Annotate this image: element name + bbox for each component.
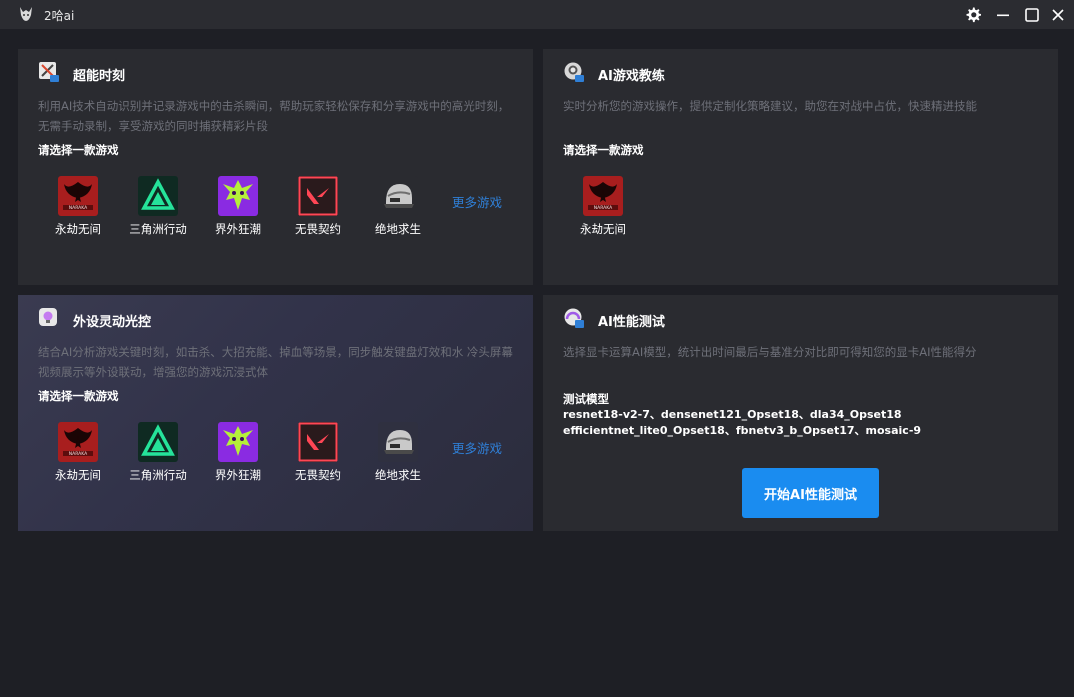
game-name: 永劫无间 — [55, 468, 101, 482]
game-naraka[interactable]: NARAKA 永劫无间 — [38, 176, 118, 237]
ai-game-coach-card: AI游戏教练 实时分析您的游戏操作，提供定制化策略建议，助您在对战中占优，快速精… — [543, 49, 1058, 285]
game-valorant[interactable]: 无畏契约 — [278, 176, 358, 237]
game-name: 三角洲行动 — [129, 468, 187, 482]
game-naraka[interactable]: NARAKA 永劫无间 — [38, 422, 118, 483]
naraka-icon: NARAKA — [58, 176, 98, 216]
game-list: NARAKA 永劫无间 — [563, 176, 643, 237]
title-bar: 2哈ai — [0, 0, 1074, 29]
game-delta-force[interactable]: 三角洲行动 — [118, 176, 198, 237]
valorant-icon — [298, 422, 338, 462]
svg-text:NARAKA: NARAKA — [594, 205, 613, 211]
maximize-icon — [1025, 8, 1039, 22]
game-pubg[interactable]: 绝地求生 — [358, 176, 438, 237]
game-pubg[interactable]: 绝地求生 — [358, 422, 438, 483]
game-naraka[interactable]: NARAKA 永劫无间 — [563, 176, 643, 237]
card-description: 结合AI分析游戏关键时刻，如击杀、大招充能、掉血等场景，同步触发键盘灯效和水 冷… — [38, 345, 513, 379]
naraka-icon: NARAKA — [583, 176, 623, 216]
card-title: 外设灵动光控 — [73, 315, 152, 330]
settings-button[interactable] — [962, 4, 984, 26]
game-list: NARAKA 永劫无间 三角洲行动 界外狂潮 无畏契约 绝地求生 — [38, 176, 438, 237]
test-model-list: resnet18-v2-7、densenet121_Opset18、dla34_… — [563, 408, 922, 437]
outside-frenzy-icon — [218, 176, 258, 216]
minimize-button[interactable] — [992, 4, 1014, 26]
coach-icon — [564, 62, 584, 82]
card-description: 利用AI技术自动识别并记录游戏中的击杀瞬间，帮助玩家轻松保存和分享游戏中的高光时… — [38, 99, 510, 133]
card-title: AI游戏教练 — [598, 69, 665, 84]
close-icon — [1052, 9, 1064, 21]
lightbulb-icon — [39, 308, 57, 326]
sword-clip-icon — [39, 62, 59, 82]
game-name: 界外狂潮 — [215, 222, 261, 236]
card-title: AI性能测试 — [598, 315, 665, 330]
card-description: 选择显卡运算AI模型，统计出时间最后与基准分对比即可得知您的显卡AI性能得分 — [563, 345, 977, 359]
test-model-label: 测试模型 — [563, 392, 609, 406]
game-delta-force[interactable]: 三角洲行动 — [118, 422, 198, 483]
performance-gauge-icon — [564, 308, 584, 328]
game-outside-frenzy[interactable]: 界外狂潮 — [198, 176, 278, 237]
more-games-link[interactable]: 更多游戏 — [452, 192, 502, 211]
close-button[interactable] — [1047, 4, 1069, 26]
game-name: 永劫无间 — [55, 222, 101, 236]
highlight-moments-card: 超能时刻 利用AI技术自动识别并记录游戏中的击杀瞬间，帮助玩家轻松保存和分享游戏… — [18, 49, 533, 285]
game-name: 绝地求生 — [375, 468, 421, 482]
start-ai-performance-test-button[interactable]: 开始AI性能测试 — [742, 468, 879, 518]
game-list: NARAKA 永劫无间 三角洲行动 界外狂潮 无畏契约 绝地求生 — [38, 422, 438, 483]
gear-icon — [966, 7, 981, 23]
select-game-prompt: 请选择一款游戏 — [563, 143, 644, 157]
delta-force-icon — [138, 422, 178, 462]
outside-frenzy-icon — [218, 422, 258, 462]
game-name: 永劫无间 — [580, 222, 626, 236]
game-name: 无畏契约 — [295, 468, 341, 482]
maximize-button[interactable] — [1021, 4, 1043, 26]
select-game-prompt: 请选择一款游戏 — [38, 389, 119, 403]
game-outside-frenzy[interactable]: 界外狂潮 — [198, 422, 278, 483]
delta-force-icon — [138, 176, 178, 216]
card-description: 实时分析您的游戏操作，提供定制化策略建议，助您在对战中占优，快速精进技能 — [563, 99, 977, 113]
minimize-icon — [997, 14, 1009, 17]
svg-text:NARAKA: NARAKA — [69, 451, 88, 457]
card-title: 超能时刻 — [73, 69, 126, 84]
game-valorant[interactable]: 无畏契约 — [278, 422, 358, 483]
game-name: 无畏契约 — [295, 222, 341, 236]
game-name: 界外狂潮 — [215, 468, 261, 482]
game-name: 绝地求生 — [375, 222, 421, 236]
pubg-helmet-icon — [378, 422, 418, 462]
svg-text:NARAKA: NARAKA — [69, 205, 88, 211]
game-name: 三角洲行动 — [129, 222, 187, 236]
peripheral-lighting-card: 外设灵动光控 结合AI分析游戏关键时刻，如击杀、大招充能、掉血等场景，同步触发键… — [18, 295, 533, 531]
husky-logo-icon — [20, 7, 32, 21]
more-games-link[interactable]: 更多游戏 — [452, 438, 502, 457]
select-game-prompt: 请选择一款游戏 — [38, 143, 119, 157]
app-title: 2哈ai — [44, 9, 75, 23]
valorant-icon — [298, 176, 338, 216]
pubg-helmet-icon — [378, 176, 418, 216]
ai-performance-test-card: AI性能测试 选择显卡运算AI模型，统计出时间最后与基准分对比即可得知您的显卡A… — [543, 295, 1058, 531]
naraka-icon: NARAKA — [58, 422, 98, 462]
